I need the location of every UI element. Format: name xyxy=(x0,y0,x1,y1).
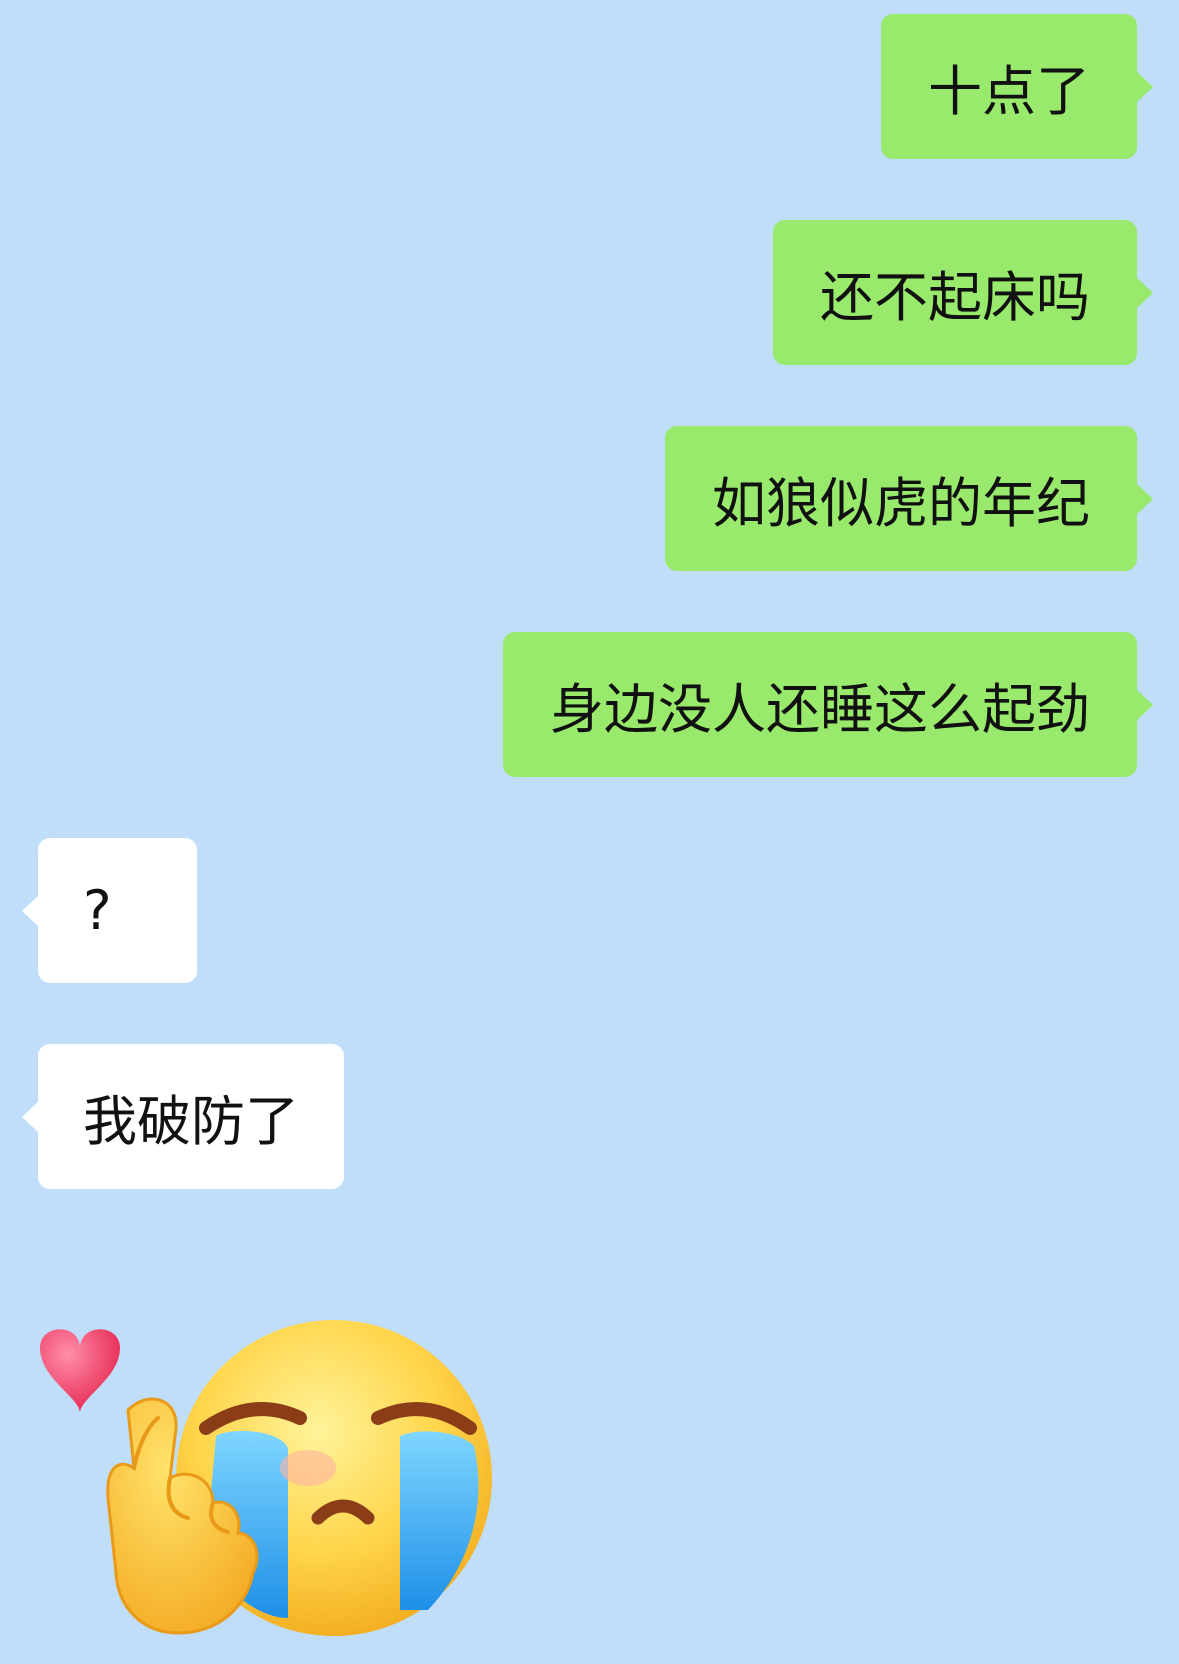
message-bubble-sent[interactable]: 身边没人还睡这么起劲 xyxy=(503,632,1153,777)
message-bubble-sent[interactable]: 如狼似虎的年纪 xyxy=(665,426,1153,571)
message-text: 还不起床吗 xyxy=(820,266,1090,329)
message-text: 十点了 xyxy=(928,60,1090,123)
message-text: 如狼似虎的年纪 xyxy=(712,472,1090,535)
message-bubble-received[interactable]: ? xyxy=(22,838,197,983)
heart-icon xyxy=(40,1329,120,1413)
chat-area: 十点了 还不起床吗 如狼似虎的年纪 身边没人还睡这么起劲 ? 我破防了 xyxy=(0,0,1179,1664)
message-text: ? xyxy=(83,879,112,942)
message-bubble-sent[interactable]: 十点了 xyxy=(881,14,1153,159)
crying-face-finger-heart-icon[interactable] xyxy=(38,1318,508,1638)
message-text: 我破防了 xyxy=(83,1090,299,1153)
message-text: 身边没人还睡这么起劲 xyxy=(550,678,1090,741)
message-bubble-received[interactable]: 我破防了 xyxy=(22,1044,344,1189)
message-bubble-sent[interactable]: 还不起床吗 xyxy=(773,220,1153,365)
